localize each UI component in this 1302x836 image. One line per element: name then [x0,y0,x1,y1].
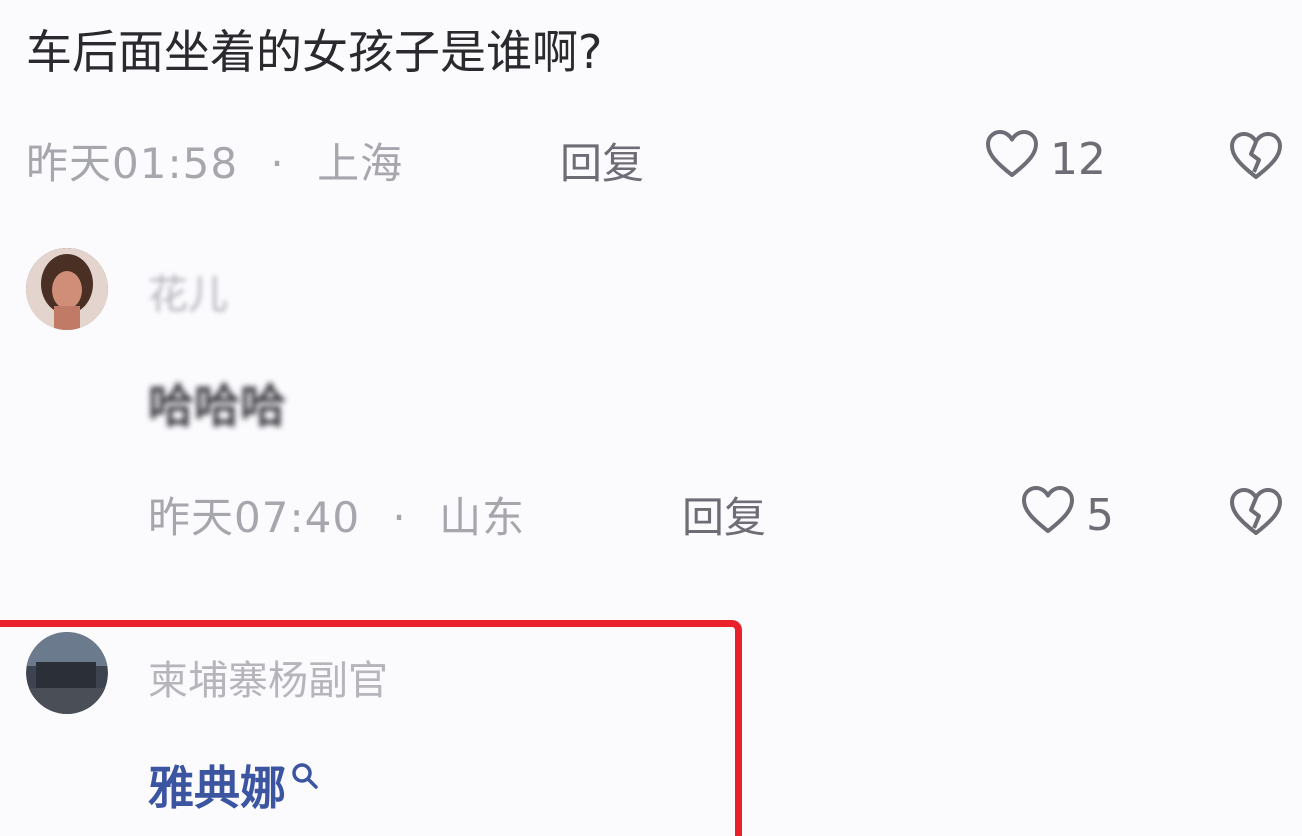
like-button[interactable]: 12 [984,128,1106,191]
like-button[interactable]: 5 [1020,484,1114,547]
dislike-button[interactable] [1228,486,1284,542]
broken-heart-icon [1228,488,1284,542]
broken-heart-icon [1228,132,1284,186]
comment-meta: 昨天07:40 · 山东 [148,484,525,545]
heart-outline-icon [984,128,1040,191]
avatar[interactable] [26,248,108,330]
username[interactable]: 花儿 [148,262,228,320]
comment-thread: 车后面坐着的女孩子是谁啊? 昨天01:58 · 上海 回复 12 花儿 哈哈哈 … [0,0,1302,836]
like-count: 12 [1050,134,1106,185]
avatar[interactable] [26,632,108,714]
comment-time: 昨天07:40 [148,493,361,542]
comment-meta: 昨天01:58 · 上海 [26,130,403,191]
reply-button[interactable]: 回复 [560,130,644,191]
comment-time: 昨天01:58 [26,139,239,188]
dislike-button[interactable] [1228,130,1284,186]
username[interactable]: 柬埔寨杨副官 [148,648,388,706]
search-link[interactable]: 雅典娜 [148,752,320,818]
avatar-image [26,248,108,330]
search-link-label: 雅典娜 [148,761,286,815]
meta-separator: · [392,493,407,542]
avatar-image [26,632,108,714]
comment-text: 车后面坐着的女孩子是谁啊? [26,25,603,79]
meta-separator: · [270,139,285,188]
like-count: 5 [1086,490,1114,541]
search-icon [290,748,320,802]
comment-text: 哈哈哈 [148,379,286,433]
comment-location: 山东 [439,493,526,542]
comment-location: 上海 [317,139,404,188]
heart-outline-icon [1020,484,1076,547]
reply-button[interactable]: 回复 [682,484,766,545]
